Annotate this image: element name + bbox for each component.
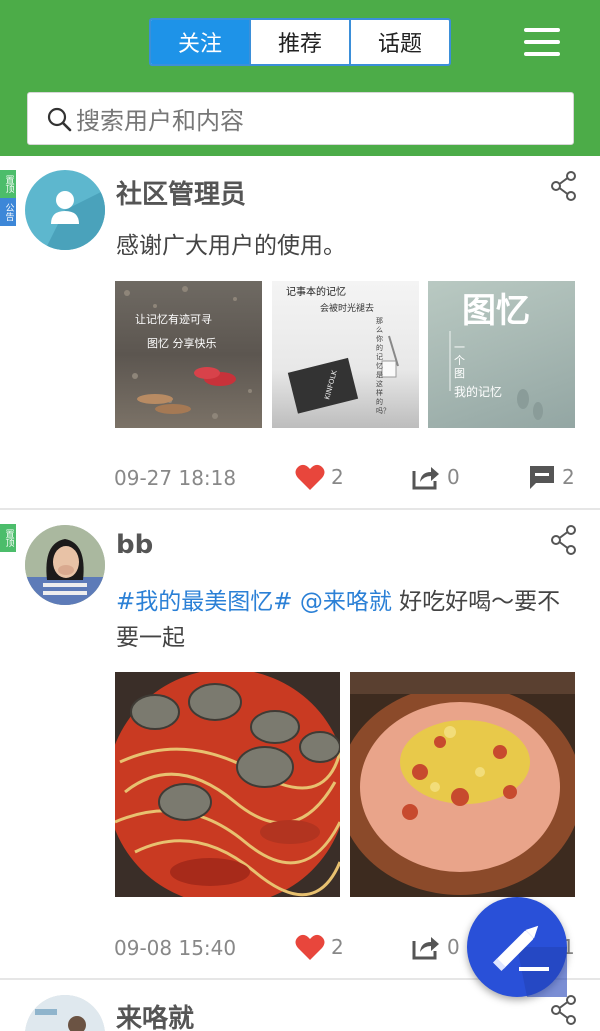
post-badges: 置顶 公告 [0, 170, 16, 226]
post-badges: 置顶 [0, 524, 16, 552]
comment-icon [530, 466, 554, 489]
repost-button[interactable]: 0 [411, 933, 460, 961]
compose-button[interactable] [467, 897, 567, 997]
tab-topics[interactable]: 话题 [349, 20, 449, 64]
mention-link[interactable]: @来咯就 [300, 589, 392, 615]
tab-recommend[interactable]: 推荐 [249, 20, 349, 64]
avatar[interactable] [25, 995, 105, 1031]
like-button[interactable]: 2 [295, 463, 344, 491]
like-button[interactable]: 2 [295, 933, 344, 961]
heart-icon [295, 934, 325, 960]
post-image[interactable]: 图忆 一个图 我的记忆 [428, 281, 575, 428]
image-caption: 记事本的记忆 [286, 287, 346, 298]
image-art [350, 672, 575, 895]
top-app-bar: 关注 推荐 话题 搜索用户和内容 [0, 0, 600, 156]
image-caption: 图忆 分享快乐 [147, 337, 217, 350]
post-image[interactable]: 让记忆有迹可寻 图忆 分享快乐 [115, 281, 262, 428]
post-image[interactable] [115, 672, 340, 897]
repost-count: 0 [447, 465, 460, 489]
image-art [115, 672, 340, 897]
share-icon[interactable] [550, 994, 578, 1026]
pencil-compose-icon [492, 925, 567, 997]
image-caption: 会被时光褪去 [320, 304, 375, 314]
username[interactable]: 来咯就 [116, 998, 194, 1031]
avatar[interactable] [25, 525, 105, 605]
pinned-badge: 置顶 [0, 170, 16, 198]
image-art [124, 286, 252, 419]
search-input[interactable]: 搜索用户和内容 [27, 92, 574, 145]
hashtag-link[interactable]: #我的最美图忆# [116, 589, 293, 615]
pinned-badge: 置顶 [0, 524, 16, 552]
image-caption: 图忆 [462, 291, 530, 331]
share-icon[interactable] [550, 170, 578, 202]
post-image[interactable]: 记事本的记忆 会被时光褪去 那么你的记忆是这样的吗？ KINFOLK [272, 281, 419, 428]
hamburger-menu-icon[interactable] [520, 24, 564, 60]
tab-follow[interactable]: 关注 [151, 20, 249, 64]
post-timestamp: 09-08 15:40 [114, 936, 237, 960]
image-caption: 让记忆有迹可寻 [135, 313, 212, 326]
image-caption: 一个图 [454, 341, 465, 380]
feed-tabs: 关注 推荐 话题 [149, 18, 451, 66]
search-icon [47, 107, 72, 131]
like-count: 2 [331, 465, 344, 489]
username[interactable]: 社区管理员 [116, 174, 246, 211]
comment-button[interactable]: 2 [528, 463, 575, 491]
repost-icon [412, 937, 439, 960]
image-caption: 那么你的记忆是这样的吗？ [376, 317, 390, 415]
announcement-badge: 公告 [0, 198, 16, 226]
post-card[interactable]: 置顶 公告 社区管理员 感谢广大用户的使用。 让记忆有迹可寻 图忆 分享快乐 记… [0, 156, 600, 508]
comment-count: 2 [562, 465, 575, 489]
post-image[interactable] [350, 672, 575, 897]
image-caption: 我的记忆 [454, 385, 503, 399]
post-content: 感谢广大用户的使用。 [116, 233, 346, 259]
repost-icon [412, 467, 439, 490]
repost-button[interactable]: 0 [411, 463, 460, 491]
heart-icon [295, 464, 325, 490]
post-content: #我的最美图忆# @来咯就 好吃好喝～要不要一起 [116, 584, 576, 656]
username[interactable]: bb [116, 530, 153, 560]
post-timestamp: 09-27 18:18 [114, 466, 237, 490]
search-placeholder: 搜索用户和内容 [76, 107, 244, 135]
share-icon[interactable] [550, 524, 578, 556]
repost-count: 0 [447, 935, 460, 959]
user-photo [25, 525, 105, 605]
like-count: 2 [331, 935, 344, 959]
avatar[interactable] [25, 170, 105, 250]
user-photo [25, 995, 105, 1031]
user-silhouette-icon [45, 190, 105, 250]
